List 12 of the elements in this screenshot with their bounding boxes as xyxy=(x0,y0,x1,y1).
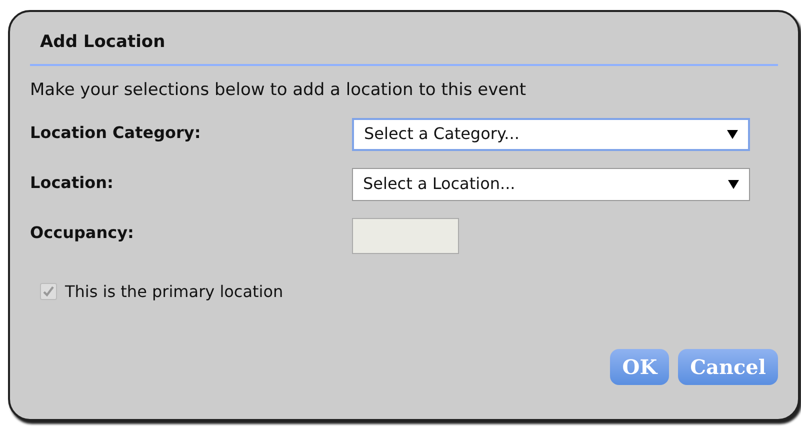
dropdown[interactable]: Select a Category... xyxy=(352,118,750,150)
caret-icon xyxy=(727,128,738,140)
instruction-text: Make your selections below to add a location to this event xyxy=(30,79,528,102)
dropdown-value: Select a Category... xyxy=(364,123,520,145)
dropdown-value: Select a Location... xyxy=(363,173,516,195)
checkbox-label: This is the primary location xyxy=(65,280,284,302)
field-label: Location Category: xyxy=(30,122,202,144)
dialog-title: Add Location xyxy=(39,31,166,54)
field-label: Location: xyxy=(30,172,114,194)
dropdown[interactable]: Select a Location... xyxy=(352,168,750,200)
caret-icon xyxy=(728,178,739,190)
field-label: Occupancy: xyxy=(30,222,135,244)
